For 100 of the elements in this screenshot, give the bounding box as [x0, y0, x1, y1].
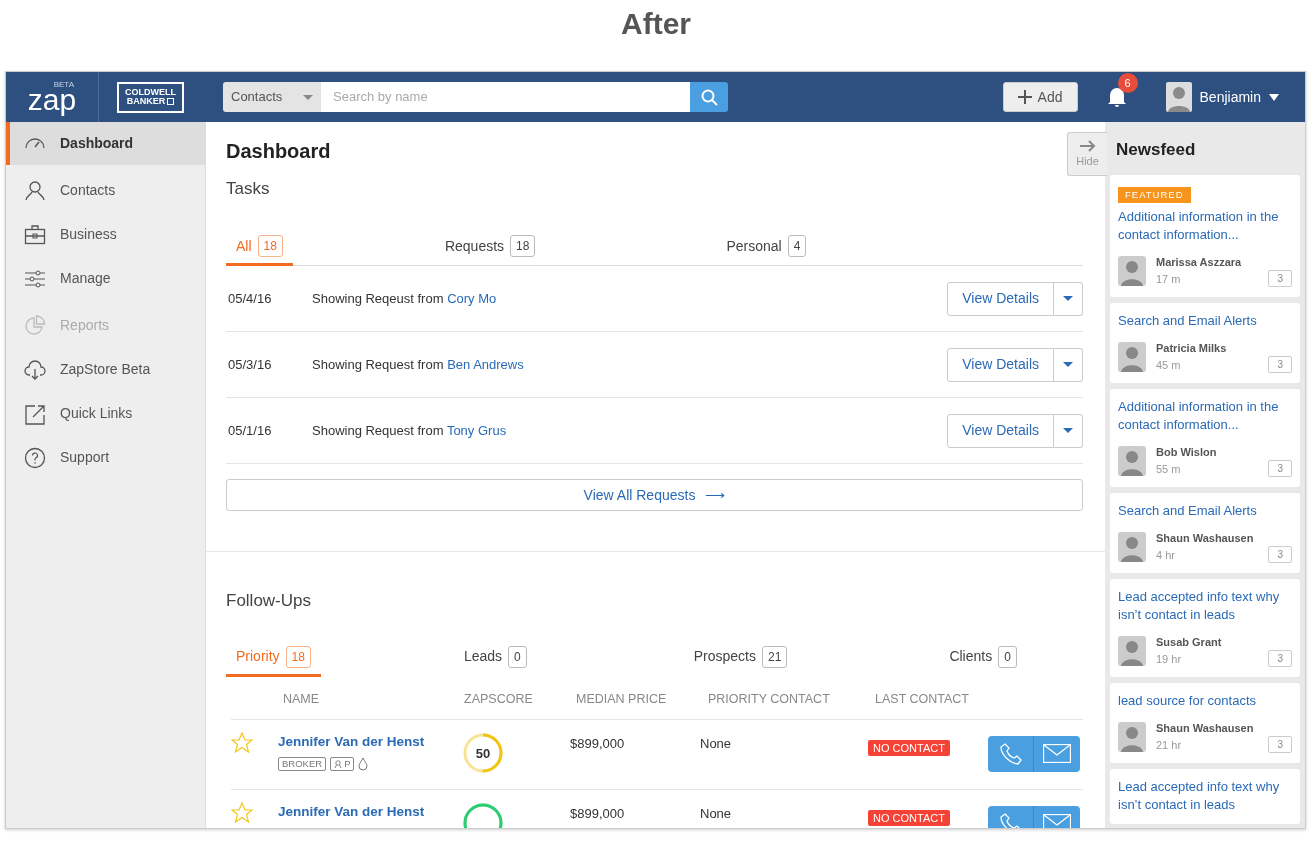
- sidebar-item[interactable]: Support: [6, 436, 205, 479]
- sliders-icon: [24, 267, 46, 290]
- dropdown-button[interactable]: [1054, 413, 1083, 448]
- tab[interactable]: Leads 0: [453, 639, 537, 677]
- news-link[interactable]: Search and Email Alerts: [1118, 312, 1292, 331]
- section-heading: Follow-Ups: [226, 591, 313, 612]
- news-link[interactable]: Search and Email Alerts: [1118, 502, 1292, 521]
- status-label: NO CONTACT: [868, 809, 950, 826]
- count-badge: 0: [508, 645, 527, 668]
- count-badge: 18: [257, 235, 283, 258]
- arrow-icon: [1079, 138, 1096, 153]
- post-time: 4 hr: [1156, 547, 1176, 563]
- priority-text: None: [700, 735, 732, 751]
- add-button[interactable]: Add: [1002, 82, 1078, 112]
- column-header: MEDIAN PRICE: [576, 690, 668, 708]
- star-icon[interactable]: [231, 731, 253, 753]
- view-details-button[interactable]: View Details: [947, 413, 1054, 448]
- count-badge: 0: [998, 645, 1017, 668]
- author-name: Shaun Washausen: [1156, 531, 1254, 547]
- drop-icon: [358, 757, 369, 772]
- help-icon: [24, 446, 46, 469]
- briefcase-icon: [24, 223, 46, 246]
- post-time: 17 m: [1156, 271, 1182, 287]
- caret-icon: [1063, 362, 1073, 368]
- count-badge: 4: [787, 235, 807, 258]
- post-time: 55 m: [1156, 461, 1182, 477]
- author-name: Marissa Aszzara: [1156, 255, 1242, 271]
- person-icon: [24, 179, 46, 202]
- tab[interactable]: Clients 0: [939, 639, 1027, 677]
- task-text: Showing Reqeust from Cory Mo: [312, 290, 497, 309]
- avatar: [1118, 255, 1146, 286]
- person-icon: [334, 760, 343, 769]
- tab[interactable]: Personal 4: [716, 229, 817, 267]
- brand-logo: COLDWELL BANKER: [117, 81, 184, 113]
- sidebar-item[interactable]: ZapStore Beta: [6, 348, 205, 391]
- call-button[interactable]: [988, 735, 1034, 772]
- news-link[interactable]: Additional information in the contact information...: [1118, 398, 1292, 435]
- news-link[interactable]: Additional information in the contact information...: [1118, 208, 1292, 245]
- cloud-download-icon: [24, 358, 46, 381]
- status-label: NO CONTACT: [868, 739, 950, 756]
- news-link[interactable]: Lead accepted info text why isn’t contact in leads: [1118, 588, 1292, 625]
- news-link[interactable]: lead source for contacts: [1118, 692, 1292, 711]
- sidebar-item[interactable]: Dashboard: [6, 122, 205, 165]
- caret-icon: [1269, 93, 1279, 101]
- tag: P: [330, 757, 355, 772]
- avatar: [1165, 82, 1192, 112]
- contact-link[interactable]: Jennifer Van der Henst: [278, 803, 425, 819]
- sidebar-item[interactable]: Business: [6, 213, 205, 256]
- view-details-button[interactable]: View Details: [947, 347, 1054, 382]
- comment-count: 3: [1268, 356, 1292, 374]
- priority-text: None: [700, 805, 732, 821]
- view-details-button[interactable]: View Details: [947, 281, 1054, 316]
- sidebar-item[interactable]: Quick Links: [6, 392, 205, 435]
- tab[interactable]: Prospects 21: [683, 639, 798, 677]
- dropdown-button[interactable]: [1054, 281, 1083, 316]
- star-icon[interactable]: [231, 801, 253, 823]
- mail-icon: [1043, 744, 1071, 764]
- comment-count: 3: [1268, 546, 1292, 564]
- caret-icon: [1063, 428, 1073, 434]
- caret-icon: [303, 94, 313, 100]
- tab[interactable]: Priority 18: [226, 639, 321, 677]
- avatar: [1118, 445, 1146, 476]
- sidebar-item[interactable]: Manage: [6, 257, 205, 300]
- score-value: 50: [474, 744, 492, 763]
- price-text: $899,000: [570, 734, 626, 753]
- plus-icon: [1017, 90, 1032, 104]
- post-time: 45 m: [1156, 357, 1182, 373]
- search-field[interactable]: Search by name: [321, 82, 690, 112]
- page-title: After: [621, 6, 691, 42]
- panel-title: Newsfeed: [1115, 139, 1197, 161]
- contact-link[interactable]: Ben Andrews: [447, 357, 524, 373]
- tab[interactable]: Requests 18: [434, 229, 546, 267]
- comment-count: 3: [1268, 650, 1292, 668]
- task-date: 05/3/16: [227, 356, 273, 375]
- search-button[interactable]: [690, 82, 728, 112]
- avatar: [1118, 531, 1146, 562]
- user-menu[interactable]: Benjiamin: [1159, 81, 1285, 113]
- news-link[interactable]: Lead accepted info text why isn’t contact in leads: [1118, 778, 1292, 815]
- column-header: LAST CONTACT: [875, 690, 969, 708]
- count-badge: 18: [510, 235, 536, 258]
- pie-chart-icon: [24, 314, 46, 337]
- scope-dropdown[interactable]: Contacts: [223, 82, 321, 112]
- author-name: Patricia Milks: [1156, 341, 1227, 357]
- price-text: $899,000: [570, 804, 626, 823]
- view-all-button[interactable]: View All Requests ⟶: [226, 479, 1083, 512]
- comment-count: 3: [1268, 270, 1292, 288]
- email-button[interactable]: [1034, 735, 1080, 772]
- post-time: 19 hr: [1156, 651, 1183, 667]
- featured-badge: FEATURED: [1118, 187, 1191, 204]
- dropdown-button[interactable]: [1054, 347, 1083, 382]
- avatar: [1118, 635, 1146, 666]
- column-header: ZAPSCORE: [464, 690, 534, 708]
- square-icon: [167, 98, 175, 105]
- contact-link[interactable]: Tony Grus: [446, 423, 507, 439]
- contact-link[interactable]: Cory Mo: [447, 291, 497, 307]
- tab[interactable]: All 18: [226, 229, 293, 267]
- contact-link[interactable]: Jennifer Van der Henst: [278, 733, 425, 749]
- column-header: NAME: [283, 690, 321, 708]
- sidebar-item[interactable]: Contacts: [6, 169, 205, 212]
- count-badge: 18: [285, 645, 311, 668]
